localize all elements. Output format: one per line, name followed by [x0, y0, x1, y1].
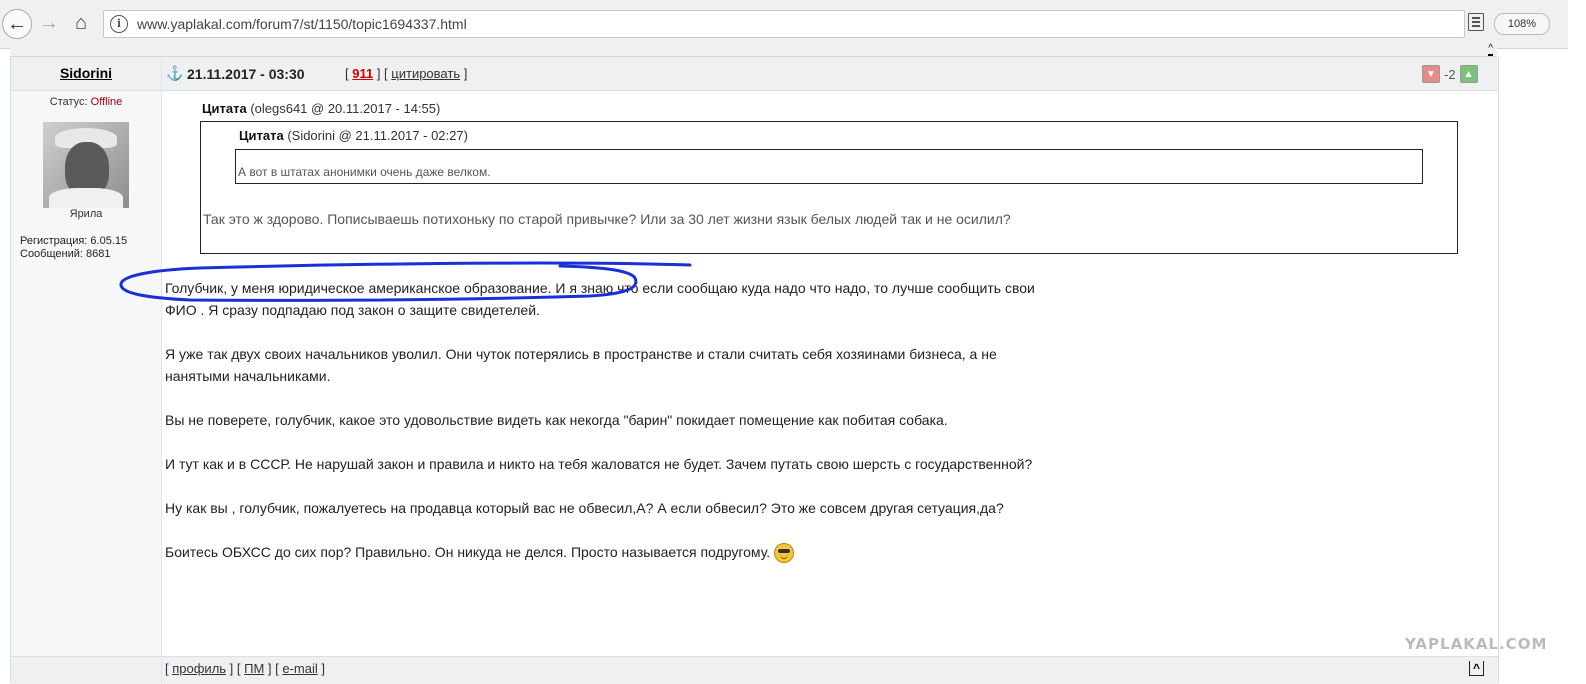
author-name-link[interactable]: Sidorini [11, 65, 161, 81]
message-count: Сообщений: 8681 [20, 248, 111, 260]
post-body: Голубчик, у меня юридическое американско… [165, 277, 1055, 585]
post-number-link[interactable]: 911 [352, 66, 373, 81]
cool-smiley-icon [774, 543, 795, 564]
author-title: Ярила [69, 208, 103, 220]
last-paragraph-text: Боитесь ОБХСС до сих пор? Правильно. Он … [165, 544, 771, 560]
home-button[interactable]: ⌂ [66, 8, 96, 38]
page-margin [1568, 0, 1586, 683]
email-link[interactable]: e-mail [282, 661, 317, 676]
rating-score: -2 [1444, 66, 1456, 82]
status-value: Offline [90, 96, 123, 108]
outer-quote-text: Так это ж здорово. Пописываешь потихоньк… [203, 211, 1011, 227]
post-actions: [ 911 ] [ цитировать ] [345, 66, 468, 81]
thumb-up-icon[interactable]: ▲ [1459, 65, 1478, 83]
back-button[interactable]: ← [2, 9, 32, 39]
post-paragraph-last: Боитесь ОБХСС до сих пор? Правильно. Он … [165, 541, 1055, 564]
post-paragraph: И тут как и в СССР. Не нарушай закон и п… [165, 456, 1033, 472]
outer-quote: Цитата (Sidorini @ 21.11.2017 - 02:27) А… [200, 121, 1458, 254]
home-icon: ⌂ [74, 11, 88, 34]
registration-date: Регистрация: 6.05.15 [20, 235, 128, 247]
inner-quote: А вот в штатах анонимки очень даже велко… [235, 149, 1423, 184]
inner-quote-label: Цитата [239, 128, 284, 143]
arrow-left-icon: ← [7, 12, 27, 35]
forward-button[interactable]: → [34, 8, 64, 38]
inner-quote-title: Цитата (Sidorini @ 21.11.2017 - 02:27) [239, 128, 468, 143]
post-paragraph: Голубчик, у меня юридическое американско… [165, 280, 1035, 318]
address-bar[interactable]: i www.yaplakal.com/forum7/st/1150/topic1… [103, 10, 1465, 38]
author-meta: Регистрация: 6.05.15 Сообщений: 8681 [20, 235, 127, 261]
arrow-right-icon: → [39, 11, 59, 34]
previous-post-footer: ^ [10, 44, 1497, 57]
post-paragraph: Ну как вы , голубчик, пожалуетесь на про… [165, 500, 1004, 516]
author-status: Статус: Offline [11, 96, 161, 108]
avatar-shirt [49, 188, 123, 208]
thumb-down-icon[interactable]: ▼ [1422, 65, 1440, 83]
post-footer: [ профиль ] [ ПМ ] [ e-mail ] ^ [162, 656, 1498, 684]
outer-quote-title: Цитата (olegs641 @ 20.11.2017 - 14:55) [202, 101, 440, 116]
post-paragraph: Я уже так двух своих начальников уволил.… [165, 346, 997, 384]
footer-links: [ профиль ] [ ПМ ] [ e-mail ] [165, 661, 326, 676]
post-paragraph: Вы не поверете, голубчик, какое это удов… [165, 412, 948, 428]
url-text[interactable]: www.yaplakal.com/forum7/st/1150/topic169… [137, 16, 467, 32]
site-watermark: YAPLAKAL.COM [1405, 635, 1548, 653]
inner-quote-text: А вот в штатах анонимки очень даже велко… [238, 165, 491, 179]
to-top-button[interactable]: ^ [1468, 661, 1484, 676]
quote-link[interactable]: цитировать [391, 66, 460, 81]
browser-toolbar: ← → ⌂ i www.yaplakal.com/forum7/st/1150/… [0, 0, 1568, 49]
post-rating: ▼ -2 ▲ [1422, 65, 1478, 83]
pm-link[interactable]: ПМ [244, 661, 264, 676]
to-top-icon[interactable]: ^ [1488, 44, 1493, 56]
outer-quote-label: Цитата [202, 101, 247, 116]
anchor-icon[interactable]: ⚓ [166, 65, 183, 82]
avatar[interactable] [43, 122, 129, 208]
zoom-level[interactable]: 108% [1494, 13, 1550, 35]
forum-post: Sidorini Статус: Offline Ярила Регистрац… [10, 57, 1546, 684]
reader-view-icon[interactable] [1468, 13, 1484, 31]
post-date: 21.11.2017 - 03:30 [187, 66, 305, 82]
inner-quote-meta: (Sidorini @ 21.11.2017 - 02:27) [287, 128, 468, 143]
info-icon[interactable]: i [110, 15, 128, 33]
outer-quote-meta: (olegs641 @ 20.11.2017 - 14:55) [250, 101, 441, 116]
status-label: Статус: [49, 96, 88, 108]
profile-link[interactable]: профиль [172, 661, 226, 676]
footer-left [11, 656, 161, 684]
